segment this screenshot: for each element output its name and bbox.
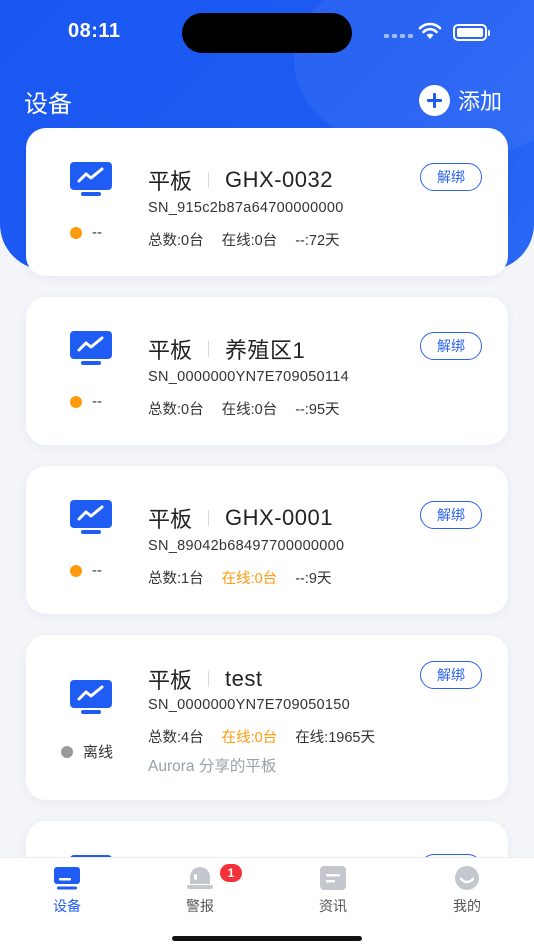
device-stats: 总数:1台 在线:0台 --:9天 (148, 567, 349, 588)
cellular-signal-icon (384, 34, 413, 38)
device-sn: SN_915c2b87a64700000000 (148, 200, 344, 216)
add-device-button[interactable]: 添加 (419, 84, 502, 116)
status-text: 离线 (83, 744, 114, 761)
stat-days: --:95天 (295, 402, 340, 418)
device-type: 平板 (148, 507, 193, 532)
device-title: 平板 养殖区1 (148, 333, 305, 365)
tab-profile[interactable]: 我的 (427, 866, 507, 916)
status-time: 08:11 (68, 20, 121, 42)
status-bar: 08:11 (0, 0, 534, 64)
profile-icon (455, 866, 479, 890)
status-text: -- (92, 562, 102, 579)
device-card[interactable]: -- 平板 养殖区1 SN_0000000YN7E709050114 总数:0台… (26, 297, 508, 445)
tablet-device-icon (70, 680, 112, 714)
status-dot (70, 226, 82, 239)
stat-total: 总数:0台 (148, 402, 204, 418)
device-stats: 总数:0台 在线:0台 --:72天 (148, 229, 358, 250)
unbind-button[interactable]: 解绑 (420, 163, 482, 191)
status-dot (61, 745, 73, 758)
dynamic-island (182, 13, 352, 53)
device-name: GHX-0001 (225, 505, 333, 530)
tab-label: 我的 (453, 898, 481, 914)
device-card[interactable]: -- 平板 GHX-0001 SN_89042b68497700000000 总… (26, 466, 508, 614)
unbind-button[interactable]: 解绑 (420, 661, 482, 689)
stat-total: 总数:4台 (148, 730, 204, 746)
device-type: 平板 (148, 338, 193, 363)
status-dot (70, 564, 82, 577)
device-stats: 总数:0台 在线:0台 --:95天 (148, 398, 358, 419)
device-name: GHX-0032 (225, 167, 333, 192)
wifi-icon (418, 22, 442, 39)
title-divider (208, 671, 210, 687)
device-stats: 总数:4台 在线:0台 在线:1965天 (148, 726, 393, 747)
title-divider (208, 341, 210, 357)
stat-days: --:9天 (295, 571, 332, 587)
device-type: 平板 (148, 668, 193, 693)
device-name: test (225, 666, 263, 691)
plus-icon (419, 84, 450, 116)
device-name: 养殖区1 (225, 338, 306, 363)
stat-days: 在线:1965天 (295, 730, 375, 746)
alarm-icon (187, 867, 213, 889)
device-card[interactable]: 离线 平板 test SN_0000000YN7E709050150 总数:4台… (26, 635, 508, 800)
device-status: 离线 (61, 741, 113, 762)
page-title: 设备 (24, 91, 72, 118)
device-status: -- (70, 562, 102, 579)
tab-label: 警报 (186, 898, 214, 914)
news-icon (320, 866, 346, 890)
stat-online: 在线:0台 (221, 402, 278, 418)
device-sn: SN_0000000YN7E709050114 (148, 369, 349, 385)
title-divider (208, 510, 210, 526)
tablet-device-icon (70, 162, 112, 196)
device-title: 平板 GHX-0032 (148, 164, 333, 196)
stat-online: 在线:0台 (221, 730, 278, 746)
tab-label: 设备 (53, 898, 81, 914)
unbind-button[interactable]: 解绑 (420, 332, 482, 360)
status-text: -- (92, 393, 102, 410)
device-title: 平板 GHX-0001 (148, 502, 333, 534)
stat-total: 总数:1台 (148, 571, 204, 587)
tablet-device-icon (70, 500, 112, 534)
device-icon (54, 867, 80, 890)
shared-by-text: Aurora 分享的平板 (148, 758, 277, 775)
tab-news[interactable]: 资讯 (293, 866, 373, 916)
alarm-count-badge: 1 (220, 864, 242, 882)
stat-total: 总数:0台 (148, 233, 204, 249)
stat-days: --:72天 (295, 233, 340, 249)
tab-devices[interactable]: 设备 (27, 866, 107, 916)
unbind-button[interactable]: 解绑 (420, 501, 482, 529)
tab-label: 资讯 (319, 898, 347, 914)
stat-online: 在线:0台 (221, 233, 278, 249)
battery-icon (453, 24, 490, 41)
device-sn: SN_89042b68497700000000 (148, 538, 345, 554)
add-label: 添加 (458, 89, 503, 114)
stat-online: 在线:0台 (221, 571, 278, 587)
tablet-device-icon (70, 331, 112, 365)
status-dot (70, 395, 82, 408)
device-title: 平板 test (148, 663, 262, 695)
device-status: -- (70, 224, 102, 241)
status-text: -- (92, 224, 102, 241)
title-divider (208, 172, 210, 188)
home-indicator (172, 936, 362, 941)
device-status: -- (70, 393, 102, 410)
device-type: 平板 (148, 169, 193, 194)
device-sn: SN_0000000YN7E709050150 (148, 697, 351, 713)
device-card[interactable]: -- 平板 GHX-0032 SN_915c2b87a64700000000 总… (26, 128, 508, 276)
